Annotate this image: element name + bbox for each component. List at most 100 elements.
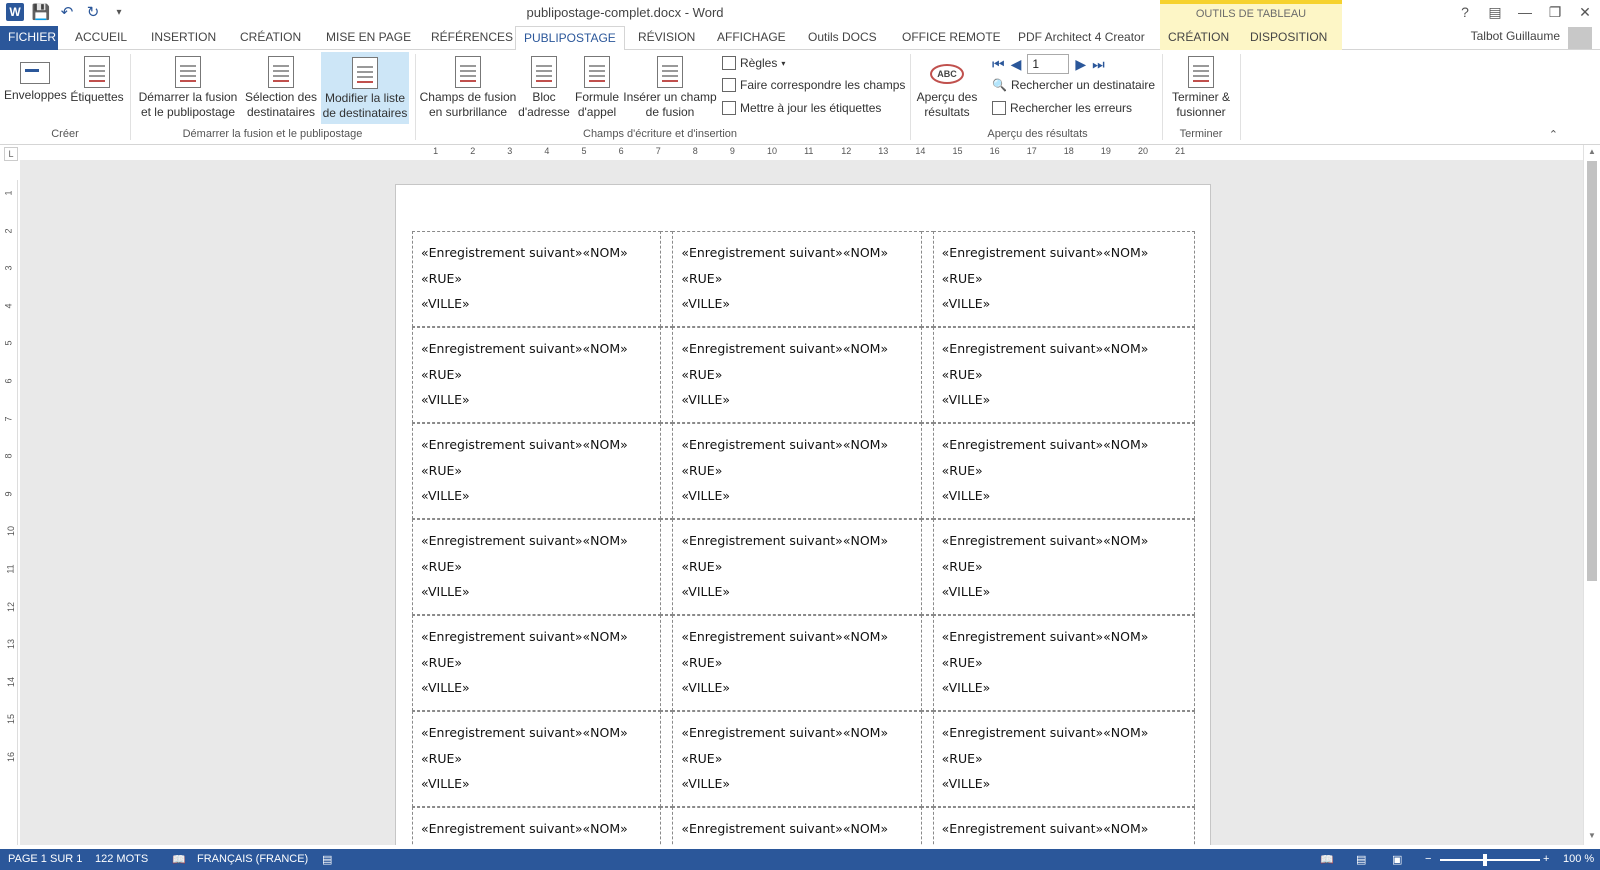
label-cell[interactable]: «Enregistrement suivant»«NOM»«RUE»«VILLE… (672, 327, 922, 423)
read-mode-icon[interactable]: 📖 (1320, 853, 1334, 866)
merge-field-line2[interactable]: «RUE» (681, 554, 920, 580)
help-icon[interactable]: ? (1450, 0, 1480, 24)
modifier-liste-button[interactable]: Modifier la liste de destinataires (321, 52, 409, 124)
mettre-a-jour-button[interactable]: Mettre à jour les étiquettes (722, 101, 881, 115)
merge-field-line2[interactable]: «RUE» (421, 458, 660, 484)
tab-selector[interactable]: L (4, 147, 18, 161)
merge-field-line3[interactable]: «VILLE» (421, 483, 660, 509)
label-cell[interactable]: «Enregistrement suivant»«NOM»«RUE»«VILLE… (412, 711, 662, 807)
merge-field-line2[interactable]: «RUE» (421, 842, 660, 846)
label-cell[interactable]: «Enregistrement suivant»«NOM»«RUE»«VILLE… (412, 327, 662, 423)
document-page[interactable]: «Enregistrement suivant»«NOM» «RUE» «VILLE… (395, 184, 1211, 845)
label-cell[interactable]: «Enregistrement suivant»«NOM»«RUE»«VILLE… (932, 615, 1195, 711)
label-cell[interactable]: «Enregistrement suivant»«NOM»«RUE»«VILLE… (932, 423, 1195, 519)
zoom-in-icon[interactable]: + (1543, 853, 1549, 865)
user-name[interactable]: Talbot Guillaume (1471, 29, 1560, 43)
merge-field-line1[interactable]: «Enregistrement suivant»«NOM» (681, 240, 920, 266)
merge-field-line2[interactable]: «RUE» (681, 650, 920, 676)
label-cell[interactable]: «Enregistrement suivant»«NOM»«RUE»«VILLE… (672, 807, 922, 846)
merge-field-line1[interactable]: «Enregistrement suivant»«NOM» (681, 336, 920, 362)
scroll-down-icon[interactable]: ▼ (1587, 831, 1597, 843)
formule-appel-button[interactable]: Formule d'appel (572, 52, 622, 120)
tab-outils-docs[interactable]: Outils DOCS (800, 26, 885, 50)
tab-affichage[interactable]: AFFICHAGE (709, 26, 794, 50)
label-cell[interactable]: «Enregistrement suivant»«NOM»«RUE»«VILLE… (672, 711, 922, 807)
merge-field-line3[interactable]: «VILLE» (681, 771, 920, 797)
first-record-icon[interactable]: ⏮ (992, 56, 1005, 73)
label-cell[interactable]: «Enregistrement suivant»«NOM»«RUE»«VILLE… (932, 807, 1195, 846)
merge-field-line3[interactable]: «VILLE» (681, 291, 920, 317)
merge-field-line2[interactable]: «RUE» (421, 746, 660, 772)
language-indicator[interactable]: FRANÇAIS (FRANCE) (197, 853, 308, 865)
enveloppes-button[interactable]: Enveloppes (4, 52, 67, 103)
merge-field-line1[interactable]: «Enregistrement suivant»«NOM» (681, 432, 920, 458)
label-cell[interactable]: «Enregistrement suivant»«NOM»«RUE»«VILLE… (412, 615, 662, 711)
regles-button[interactable]: Règles ▾ (722, 56, 785, 70)
tab-table-creation[interactable]: CRÉATION (1160, 26, 1242, 50)
inserer-champ-button[interactable]: Insérer un champ de fusion (622, 52, 718, 120)
vertical-ruler[interactable]: 1 2 3 4 5 6 7 8 9 10 11 12 13 14 15 16 (4, 180, 18, 845)
merge-field-line1[interactable]: «Enregistrement suivant»«NOM» (942, 816, 1194, 842)
merge-field-line1[interactable]: «Enregistrement suivant»«NOM» (421, 432, 660, 458)
macro-record-icon[interactable]: ▤ (322, 853, 332, 866)
page-indicator[interactable]: PAGE 1 SUR 1 (8, 853, 82, 865)
label-cell[interactable]: «Enregistrement suivant»«NOM»«RUE»«VILLE… (672, 519, 922, 615)
zoom-slider[interactable] (1440, 859, 1540, 861)
merge-field-line3[interactable]: «VILLE» (942, 387, 1194, 413)
merge-field-line1[interactable]: «Enregistrement suivant»«NOM» (681, 816, 920, 842)
merge-field-line1[interactable]: «Enregistrement suivant»«NOM» (421, 720, 660, 746)
merge-field-line3[interactable]: «VILLE» (942, 675, 1194, 701)
label-cell[interactable]: «Enregistrement suivant»«NOM»«RUE»«VILLE… (412, 807, 662, 846)
proofing-icon[interactable]: 📖 (172, 853, 186, 866)
merge-field-line1[interactable]: «Enregistrement suivant»«NOM» (421, 624, 660, 650)
zoom-out-icon[interactable]: − (1425, 853, 1431, 865)
merge-field-line3[interactable]: «VILLE» (681, 579, 920, 605)
merge-field-line3[interactable]: «VILLE» (681, 387, 920, 413)
merge-field-line1[interactable]: «Enregistrement suivant»«NOM» (942, 240, 1194, 266)
merge-field-line2[interactable]: «RUE» (942, 266, 1194, 292)
merge-field-line1[interactable]: «Enregistrement suivant»«NOM» (681, 528, 920, 554)
merge-field-line2[interactable]: «RUE» (421, 650, 660, 676)
merge-field-line1[interactable]: «Enregistrement suivant»«NOM» (681, 720, 920, 746)
close-button[interactable]: ✕ (1570, 0, 1600, 24)
merge-field-line3[interactable]: «VILLE» (942, 579, 1194, 605)
zoom-level[interactable]: 100 % (1563, 853, 1594, 865)
merge-field-line3[interactable]: «VILLE» (942, 771, 1194, 797)
merge-field-line1[interactable]: «Enregistrement suivant»«NOM» (942, 720, 1194, 746)
merge-field-line2[interactable]: «RUE» (681, 842, 920, 846)
merge-field-line2[interactable]: «RUE» (942, 842, 1194, 846)
previous-record-icon[interactable]: ◀ (1011, 56, 1022, 73)
rechercher-erreurs-button[interactable]: Rechercher les erreurs (992, 101, 1132, 115)
label-cell[interactable]: «Enregistrement suivant»«NOM»«RUE»«VILLE… (412, 423, 662, 519)
merge-field-line3[interactable]: «VILLE» (421, 771, 660, 797)
merge-field-line2[interactable]: «RUE» (421, 362, 660, 388)
selection-destinataires-button[interactable]: Sélection des destinataires (242, 52, 320, 120)
minimize-button[interactable]: — (1510, 0, 1540, 24)
scroll-up-icon[interactable]: ▲ (1587, 147, 1597, 159)
merge-field-line1[interactable]: «Enregistrement suivant»«NOM» (942, 336, 1194, 362)
record-number-input[interactable]: 1 (1027, 54, 1070, 74)
merge-field-line2[interactable]: «RUE» (681, 746, 920, 772)
merge-field-line1[interactable]: «Enregistrement suivant»«NOM» (421, 336, 660, 362)
label-cell[interactable]: «Enregistrement suivant»«NOM»«RUE»«VILLE… (412, 231, 662, 327)
zoom-slider-thumb[interactable] (1483, 854, 1487, 866)
collapse-ribbon-icon[interactable]: ⌃ (1549, 128, 1558, 141)
merge-field-line2[interactable]: «RUE» (681, 362, 920, 388)
print-layout-icon[interactable]: ▤ (1356, 853, 1366, 866)
bloc-adresse-button[interactable]: Bloc d'adresse (518, 52, 570, 120)
web-layout-icon[interactable]: ▣ (1392, 853, 1402, 866)
merge-field-line2[interactable]: «RUE» (421, 266, 660, 292)
merge-field-line3[interactable]: «VILLE» (681, 675, 920, 701)
ribbon-display-options-icon[interactable]: ▤ (1480, 0, 1510, 24)
tab-creation[interactable]: CRÉATION (232, 26, 309, 50)
merge-field-line2[interactable]: «RUE» (942, 650, 1194, 676)
restore-button[interactable]: ❐ (1540, 0, 1570, 24)
merge-field-line3[interactable]: «VILLE» (421, 579, 660, 605)
merge-field-line3[interactable]: «VILLE» (681, 483, 920, 509)
tab-accueil[interactable]: ACCUEIL (67, 26, 135, 50)
tab-revision[interactable]: RÉVISION (630, 26, 703, 50)
merge-field-line2[interactable]: «RUE» (681, 458, 920, 484)
merge-field-line2[interactable]: «RUE» (942, 746, 1194, 772)
merge-field-line3[interactable]: «VILLE» (421, 387, 660, 413)
label-cell[interactable]: «Enregistrement suivant»«NOM»«RUE»«VILLE… (412, 519, 662, 615)
